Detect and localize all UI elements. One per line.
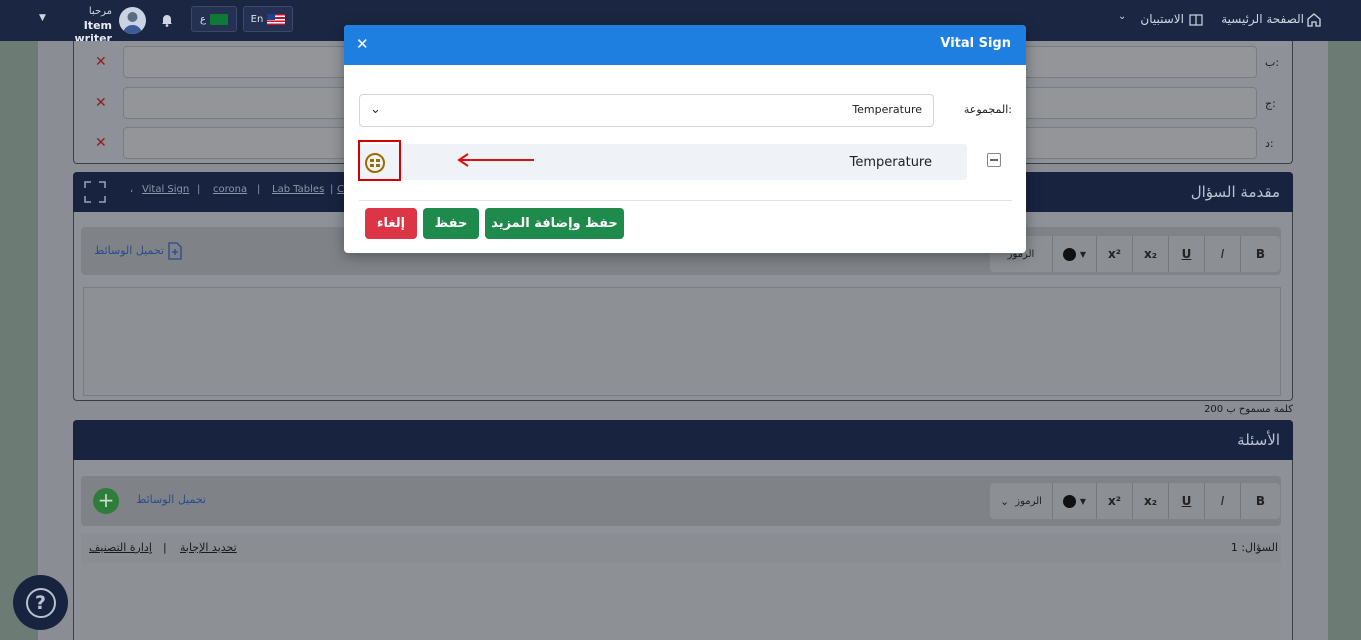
caret-down-icon: ▼: [1079, 249, 1087, 259]
remove-option-b-icon[interactable]: ✕: [95, 54, 107, 70]
close-icon[interactable]: ✕: [356, 35, 369, 53]
link-vital-sign[interactable]: Vital Sign: [142, 184, 189, 195]
remove-option-d-icon[interactable]: ✕: [95, 135, 107, 151]
modal-header: ✕ Vital Sign: [344, 25, 1026, 65]
intro-title: مقدمة السؤال: [1190, 183, 1280, 201]
us-flag-icon: [267, 13, 286, 25]
font-color-picker[interactable]: ▼: [1052, 236, 1096, 272]
page-left-margin: [0, 41, 38, 640]
word-limit-text: 200 كلمة مسموح ب: [1204, 404, 1293, 415]
remove-option-c-icon[interactable]: ✕: [95, 95, 107, 111]
link-separator: |: [163, 541, 167, 554]
greeting-text: مرحبا: [88, 6, 112, 17]
link-separator: |: [257, 184, 261, 195]
nav-home-link[interactable]: الصفحة الرئيسية: [1212, 12, 1304, 26]
book-icon: [1188, 12, 1204, 28]
user-menu-caret-icon[interactable]: ▼: [39, 13, 46, 23]
italic-button[interactable]: I: [1204, 483, 1240, 519]
save-add-more-button[interactable]: حفظ وإضافة المزيد: [485, 208, 624, 239]
superscript-button[interactable]: x²: [1096, 236, 1132, 272]
questions-title: الأسئلة: [1237, 431, 1280, 449]
questions-upload-media-link[interactable]: تحميل الوسائط: [128, 493, 206, 506]
collapse-icon[interactable]: [987, 153, 1001, 167]
chevron-down-icon: ⌄: [1000, 494, 1010, 508]
link-more[interactable]: C: [337, 184, 344, 195]
language-en-button[interactable]: En: [243, 6, 293, 32]
group-select[interactable]: ⌄ Temperature: [359, 94, 934, 127]
link-separator: ،: [130, 184, 134, 195]
question-mark-icon: ?: [25, 587, 56, 618]
color-dot-icon: [1062, 494, 1076, 508]
avatar[interactable]: [119, 7, 146, 34]
fullscreen-icon[interactable]: [84, 181, 106, 203]
table-icon[interactable]: [365, 153, 385, 173]
modal-title: Vital Sign: [940, 36, 1011, 51]
chevron-down-icon: ⌄: [370, 102, 381, 117]
sa-flag-icon: [209, 13, 228, 25]
group-label: المجموعة:: [963, 103, 1012, 116]
chevron-down-icon[interactable]: ⌄: [1118, 11, 1126, 22]
group-select-value: Temperature: [852, 103, 922, 116]
subscript-button[interactable]: x₂: [1132, 483, 1168, 519]
bell-icon[interactable]: [159, 12, 175, 28]
help-button[interactable]: ?: [13, 575, 68, 630]
symbols-dropdown[interactable]: ⌄ الرموز: [990, 483, 1052, 519]
lang-ar-label: ع: [200, 13, 206, 25]
intro-editor-area[interactable]: [83, 287, 1281, 396]
question-editor-area[interactable]: [81, 563, 1281, 640]
lang-en-label: En: [250, 13, 264, 25]
nav-questionnaire-link[interactable]: الاستبيان: [1130, 12, 1184, 26]
set-answer-link[interactable]: تحديد الإجابة: [180, 541, 237, 554]
subscript-button[interactable]: x₂: [1132, 236, 1168, 272]
symbols-label: الرموز: [1015, 495, 1042, 507]
home-icon[interactable]: [1306, 12, 1322, 28]
intro-upload-media-link[interactable]: تحميل الوسائط: [86, 244, 164, 257]
option-c-label: ج:: [1265, 97, 1276, 110]
italic-button[interactable]: I: [1204, 236, 1240, 272]
manage-classification-link[interactable]: إدارة التصنيف: [89, 541, 152, 554]
link-separator: |: [197, 184, 201, 195]
underline-button[interactable]: U: [1168, 236, 1204, 272]
underline-button[interactable]: U: [1168, 483, 1204, 519]
link-corona[interactable]: corona: [213, 184, 247, 195]
cancel-button[interactable]: إلغاء: [365, 208, 417, 239]
save-button[interactable]: حفظ: [423, 208, 479, 239]
file-upload-icon[interactable]: [167, 242, 183, 260]
page-right-margin: [1328, 41, 1361, 640]
questions-header: [73, 420, 1293, 460]
intro-format-buttons: الرموز ▼ x² x₂ U I B: [990, 236, 1280, 272]
question-row-header: [81, 533, 1281, 563]
language-ar-button[interactable]: ع: [191, 6, 237, 32]
vital-sign-modal: ✕ Vital Sign المجموعة: ⌄ Temperature Tem…: [344, 25, 1026, 253]
link-separator: |: [330, 184, 334, 195]
pointer-arrow-icon: [456, 153, 536, 167]
bold-button[interactable]: B: [1240, 236, 1280, 272]
font-color-picker[interactable]: ▼: [1052, 483, 1096, 519]
caret-down-icon: ▼: [1079, 496, 1087, 506]
modal-divider: [359, 200, 1012, 201]
bold-button[interactable]: B: [1240, 483, 1280, 519]
color-dot-icon: [1062, 247, 1076, 261]
link-lab-tables[interactable]: Lab Tables: [272, 184, 324, 195]
option-d-label: د:: [1265, 137, 1274, 150]
questions-format-buttons: ⌄ الرموز ▼ x² x₂ U I B: [990, 483, 1280, 519]
group-item-label: Temperature: [849, 155, 932, 170]
superscript-button[interactable]: x²: [1096, 483, 1132, 519]
option-b-label: ب:: [1265, 56, 1280, 69]
question-number-label: السؤال: 1: [1230, 541, 1278, 554]
add-media-icon[interactable]: +: [93, 488, 119, 514]
